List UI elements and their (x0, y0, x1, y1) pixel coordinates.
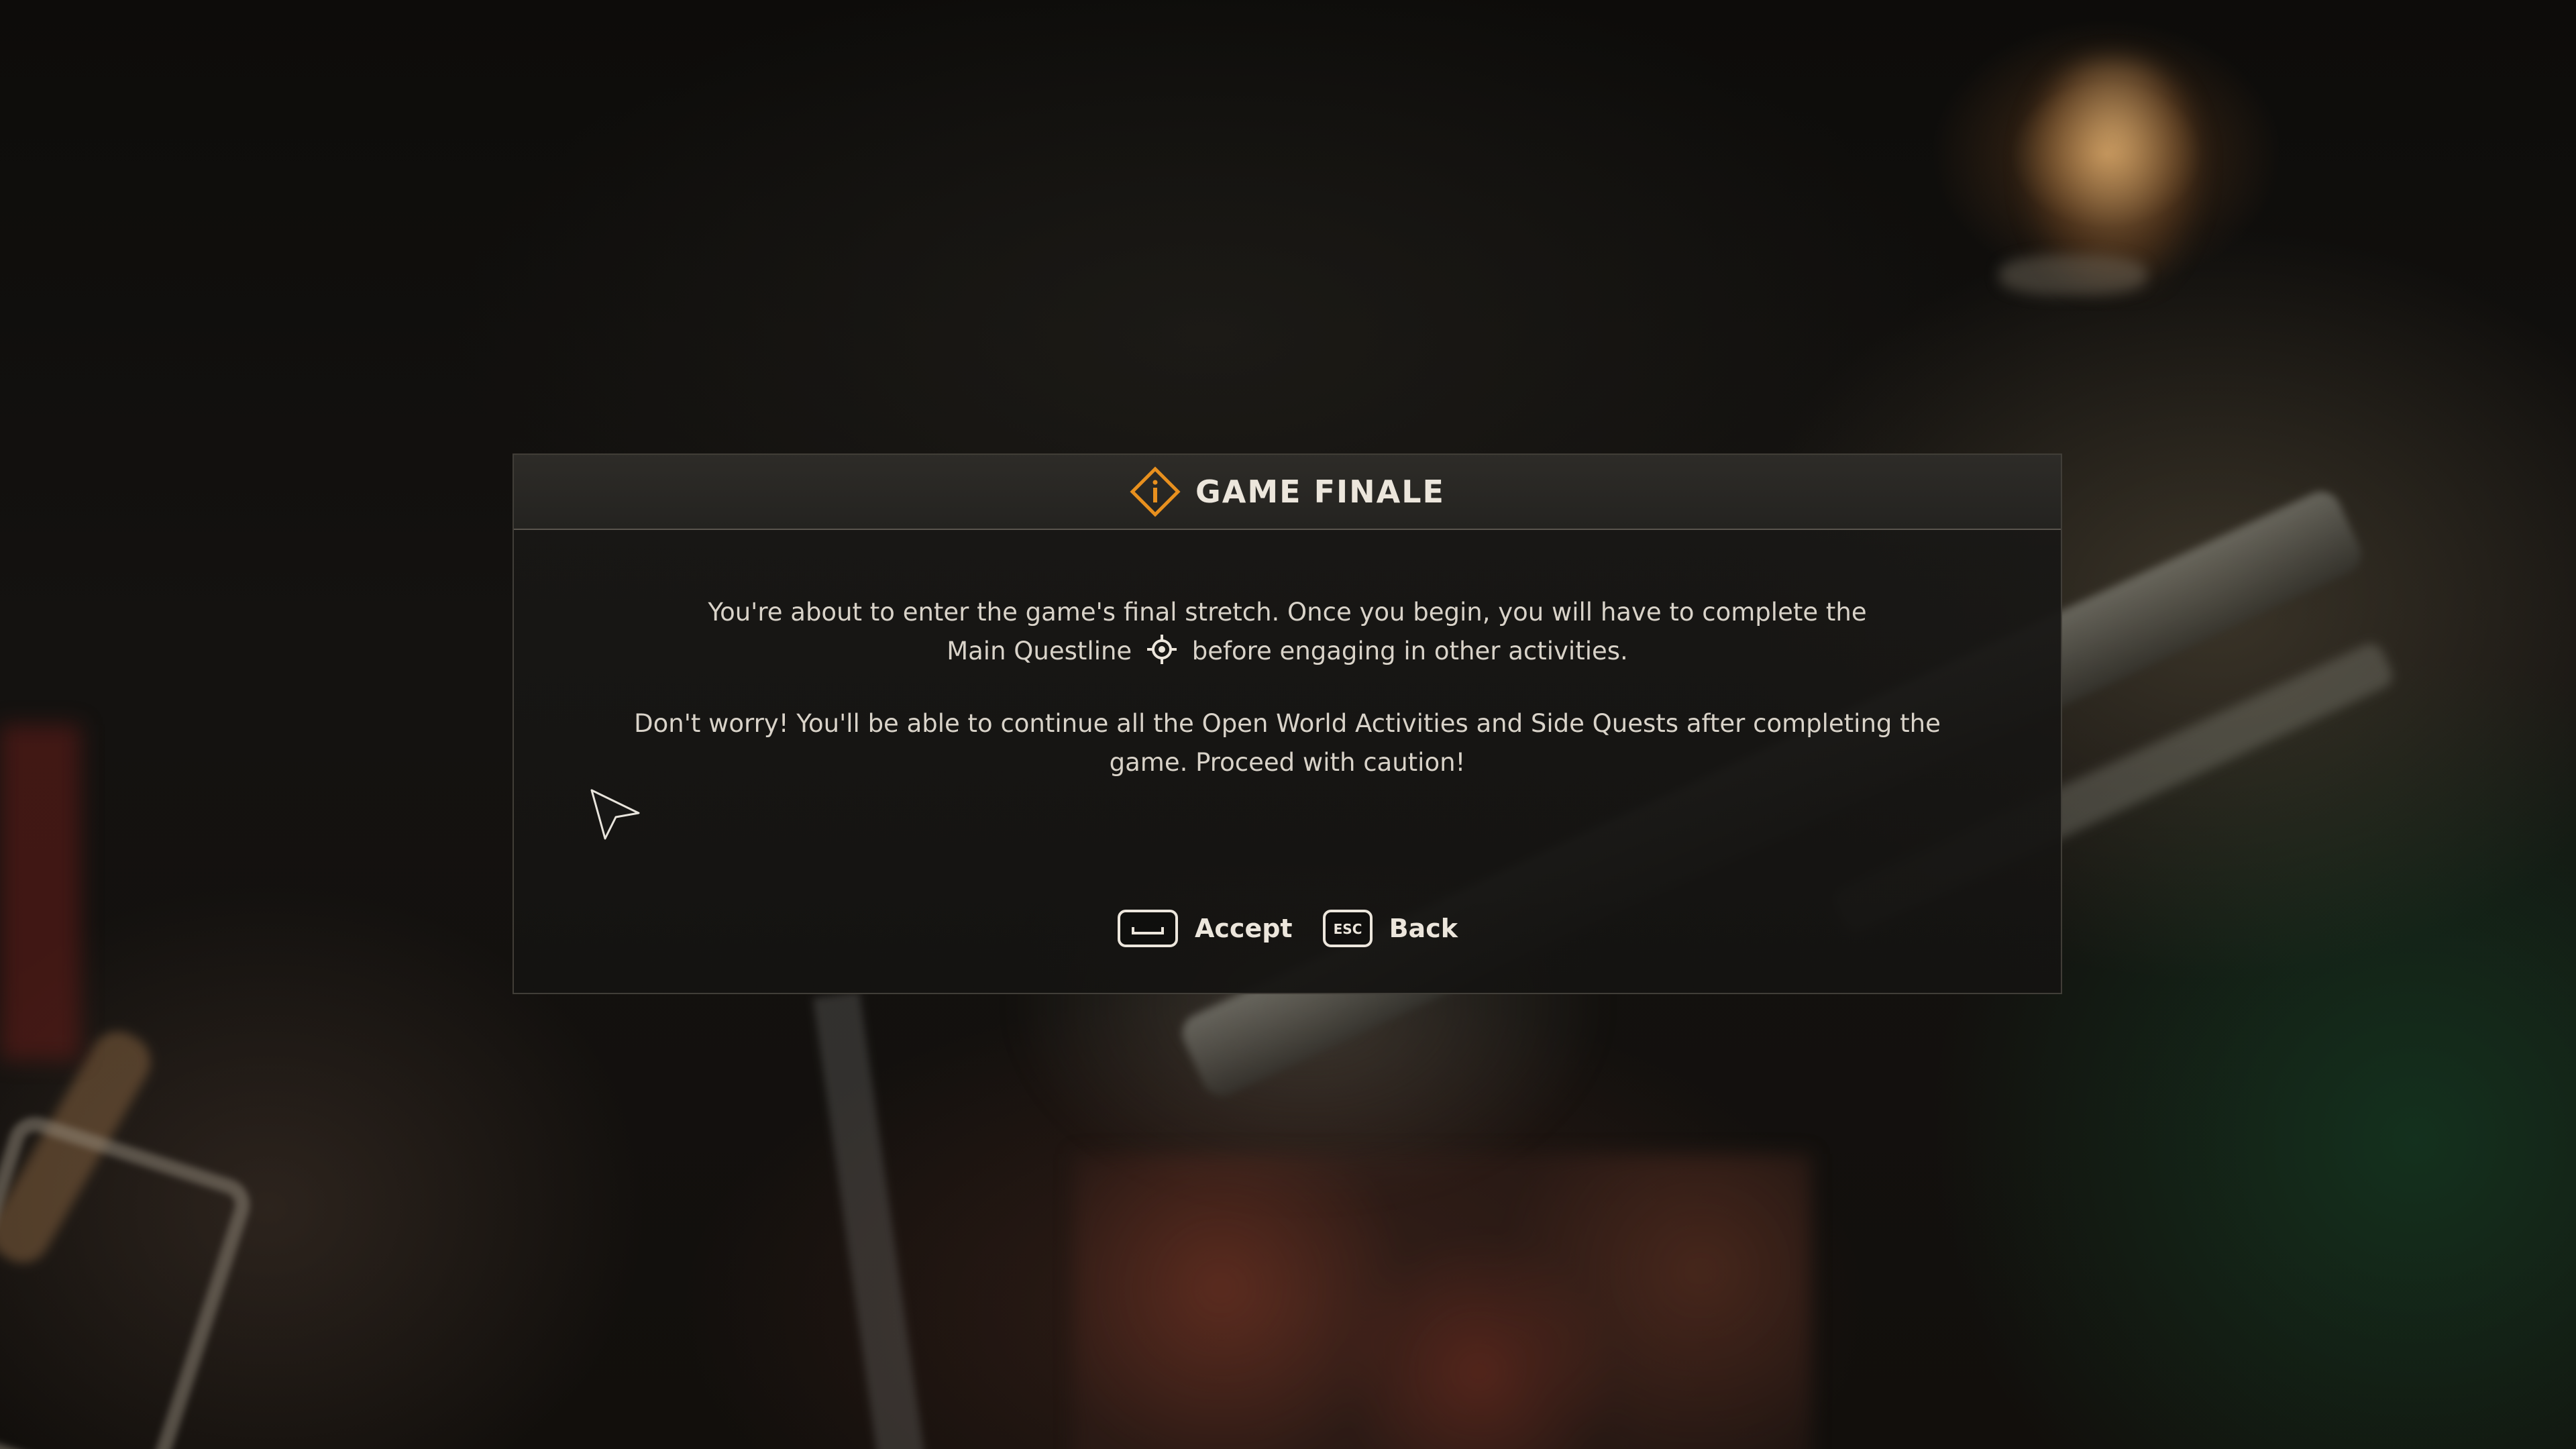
dialog-title: GAME FINALE (1195, 474, 1445, 510)
dialog-paragraph-2: Don't worry! You'll be able to continue … (634, 709, 1941, 777)
spacebar-key-icon (1117, 909, 1179, 948)
main-quest-target-icon (1145, 633, 1179, 666)
rug (1073, 1154, 1811, 1449)
dialog-body: You're about to enter the game's final s… (514, 529, 2061, 782)
mouse-cursor-icon (590, 789, 640, 840)
game-finale-dialog: GAME FINALE You're about to enter the ga… (513, 453, 2062, 994)
chair (0, 1110, 257, 1449)
back-label: Back (1389, 914, 1458, 943)
table-leg (812, 991, 925, 1449)
accept-button[interactable]: Accept (1117, 909, 1293, 948)
accept-label: Accept (1194, 914, 1293, 943)
dialog-header: GAME FINALE (514, 455, 2061, 530)
lantern-base (1999, 255, 2147, 295)
dialog-actions: Accept ESC Back (514, 908, 2061, 949)
paragraph-1-text-end: before engaging in other activities. (1191, 637, 1628, 665)
chair-arm (0, 1021, 160, 1273)
dialog-paragraph-1: You're about to enter the game's final s… (621, 593, 1953, 671)
esc-key-icon: ESC (1322, 909, 1373, 948)
back-button[interactable]: ESC Back (1322, 909, 1458, 948)
esc-key-label: ESC (1333, 921, 1362, 937)
lantern-glow (2026, 60, 2200, 288)
info-diamond-icon (1130, 466, 1181, 517)
red-light (0, 724, 80, 1060)
